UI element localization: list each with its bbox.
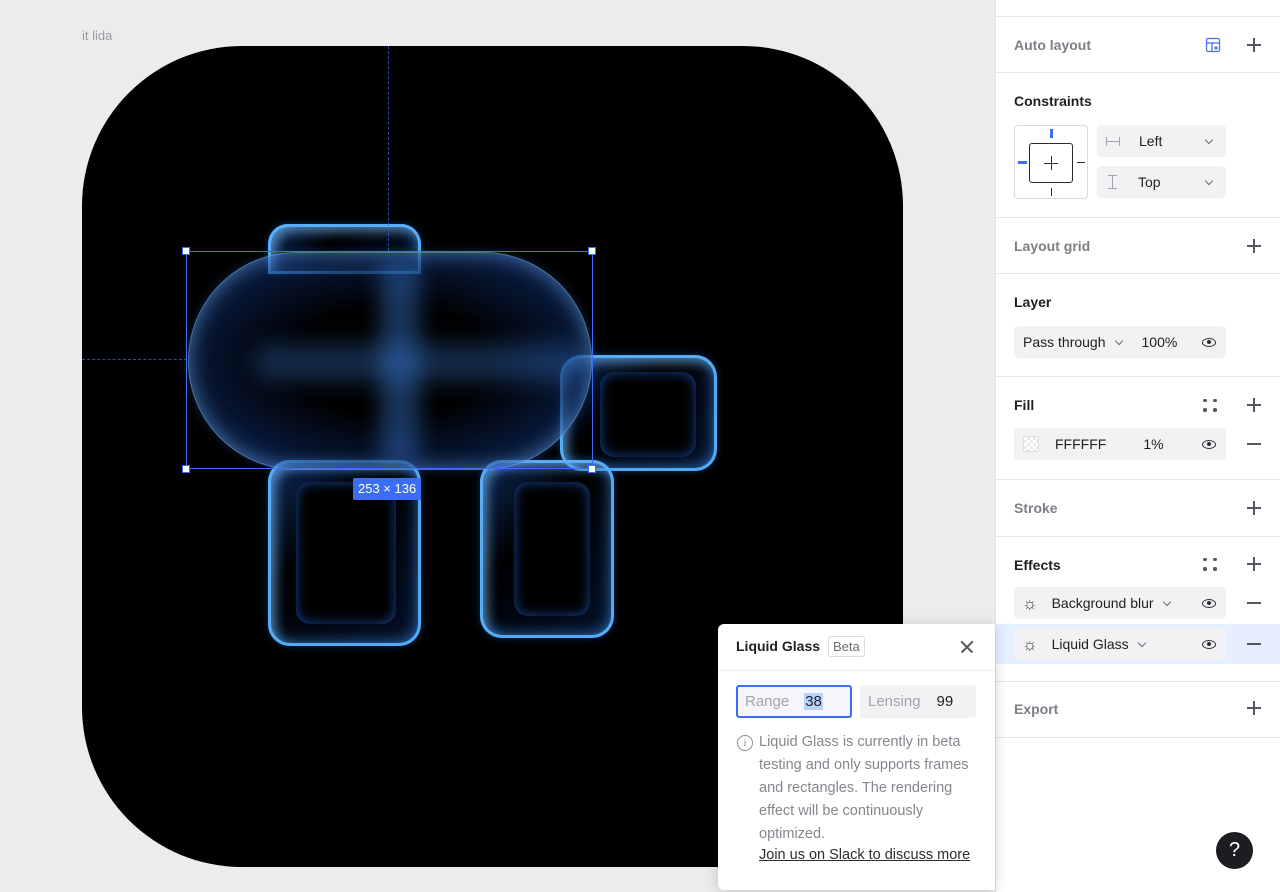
remove-effect-button[interactable]: [1243, 592, 1265, 614]
sun-icon[interactable]: ☼: [1022, 636, 1038, 653]
section-layer: Layer Pass through 100%: [996, 274, 1280, 377]
fill-title: Fill: [1014, 397, 1035, 413]
resize-handle-top-left[interactable]: [182, 247, 190, 255]
fill-swatch[interactable]: [1023, 436, 1039, 452]
help-button[interactable]: ?: [1216, 832, 1253, 869]
vertical-constraint-value: Top: [1138, 174, 1161, 190]
fill-hex-input[interactable]: FFFFFF: [1055, 436, 1106, 452]
suggest-auto-layout-icon[interactable]: [1202, 34, 1224, 56]
close-icon[interactable]: [958, 638, 976, 656]
chevron-down-icon: [1204, 176, 1214, 185]
vertical-constraint-select[interactable]: Top: [1097, 166, 1226, 198]
layer-blend-row: Pass through 100%: [1014, 326, 1226, 358]
section-export: Export: [996, 682, 1280, 738]
blend-mode-select[interactable]: Pass through: [1023, 334, 1106, 350]
section-constraints: Constraints Left Top: [996, 73, 1280, 218]
eye-icon[interactable]: [1202, 439, 1216, 449]
glass-right-leg-inner: [514, 482, 590, 616]
eye-icon[interactable]: [1202, 337, 1216, 347]
measure-guide-horizontal: [82, 359, 187, 360]
constraint-bottom-toggle[interactable]: [1051, 188, 1053, 196]
glass-left-leg-inner: [296, 482, 396, 624]
effect-row-liquid-glass[interactable]: ☼ Liquid Glass: [1014, 628, 1226, 660]
effect-type-label: Background blur: [1051, 595, 1154, 611]
vertical-constraint-icon: [1108, 175, 1117, 189]
remove-effect-button[interactable]: [1243, 633, 1265, 655]
constraint-left-toggle[interactable]: [1018, 161, 1027, 164]
constraint-top-toggle[interactable]: [1050, 129, 1053, 138]
section-top-spacer: [996, 0, 1280, 17]
horizontal-constraint-value: Left: [1139, 133, 1163, 149]
section-effects: Effects ☼ Background blur ☼ Liquid Glass: [996, 537, 1280, 682]
effect-styles-icon[interactable]: [1199, 553, 1221, 575]
effect-row-background-blur[interactable]: ☼ Background blur: [1014, 587, 1226, 619]
add-export-button[interactable]: [1243, 697, 1265, 719]
range-label: Range: [745, 693, 790, 710]
sun-icon[interactable]: ☼: [1022, 595, 1038, 612]
beta-info-text: Liquid Glass is currently in beta testin…: [759, 734, 969, 842]
selection-size-badge: 253 × 136: [353, 478, 422, 500]
export-title: Export: [1014, 701, 1059, 717]
eye-icon[interactable]: [1202, 598, 1216, 608]
chevron-down-icon: [1204, 135, 1214, 144]
resize-handle-top-right[interactable]: [588, 247, 596, 255]
layer-opacity-input[interactable]: 100%: [1142, 334, 1178, 350]
lensing-label: Lensing: [868, 693, 921, 710]
constraint-center-box[interactable]: [1029, 143, 1073, 183]
resize-handle-bottom-right[interactable]: [588, 465, 596, 473]
section-layout-grid: Layout grid: [996, 218, 1280, 274]
effects-title: Effects: [1014, 557, 1061, 573]
constraints-widget[interactable]: [1014, 125, 1088, 199]
liquid-glass-popover: Liquid Glass Beta Range 38 Lensing 99 i …: [718, 624, 995, 890]
add-stroke-button[interactable]: [1243, 497, 1265, 519]
measure-guide-vertical: [388, 46, 389, 251]
section-fill: Fill FFFFFF 1%: [996, 377, 1280, 480]
lensing-value[interactable]: 99: [937, 693, 954, 710]
properties-panel: Auto layout Constraints Left Top Layout …: [995, 0, 1280, 892]
chevron-down-icon[interactable]: [1114, 336, 1123, 345]
fill-row: FFFFFF 1%: [1014, 428, 1226, 460]
add-layout-grid-button[interactable]: [1243, 235, 1265, 257]
section-auto-layout: Auto layout: [996, 17, 1280, 73]
range-input[interactable]: Range 38: [736, 685, 852, 718]
eye-icon[interactable]: [1202, 639, 1216, 649]
layout-grid-title: Layout grid: [1014, 238, 1091, 254]
constraint-right-toggle[interactable]: [1077, 162, 1085, 164]
glass-right-arm-inner: [600, 372, 696, 457]
layer-title: Layer: [1014, 294, 1052, 310]
selection-box[interactable]: [186, 251, 593, 469]
range-value[interactable]: 38: [804, 693, 823, 710]
auto-layout-title: Auto layout: [1014, 37, 1091, 53]
resize-handle-bottom-left[interactable]: [182, 465, 190, 473]
horizontal-constraint-icon: [1106, 136, 1120, 146]
section-stroke: Stroke: [996, 480, 1280, 537]
add-auto-layout-button[interactable]: [1243, 34, 1265, 56]
effect-type-label: Liquid Glass: [1051, 636, 1129, 652]
remove-fill-button[interactable]: [1243, 433, 1265, 455]
popover-title: Liquid Glass: [736, 638, 821, 654]
horizontal-constraint-select[interactable]: Left: [1097, 125, 1226, 157]
popover-divider: [718, 670, 995, 671]
slack-link[interactable]: Join us on Slack to discuss more: [759, 847, 970, 863]
lensing-input[interactable]: Lensing 99: [860, 685, 976, 718]
add-fill-button[interactable]: [1243, 394, 1265, 416]
fill-opacity-input[interactable]: 1%: [1143, 436, 1163, 452]
constraints-title: Constraints: [1014, 93, 1092, 109]
chevron-down-icon[interactable]: [1137, 638, 1146, 647]
add-effect-button[interactable]: [1243, 553, 1265, 575]
stroke-title: Stroke: [1014, 500, 1058, 516]
chevron-down-icon[interactable]: [1162, 597, 1171, 606]
beta-badge: Beta: [828, 636, 865, 657]
frame-label[interactable]: it lida: [82, 28, 112, 43]
fill-styles-icon[interactable]: [1199, 394, 1221, 416]
info-icon: i: [737, 735, 753, 751]
